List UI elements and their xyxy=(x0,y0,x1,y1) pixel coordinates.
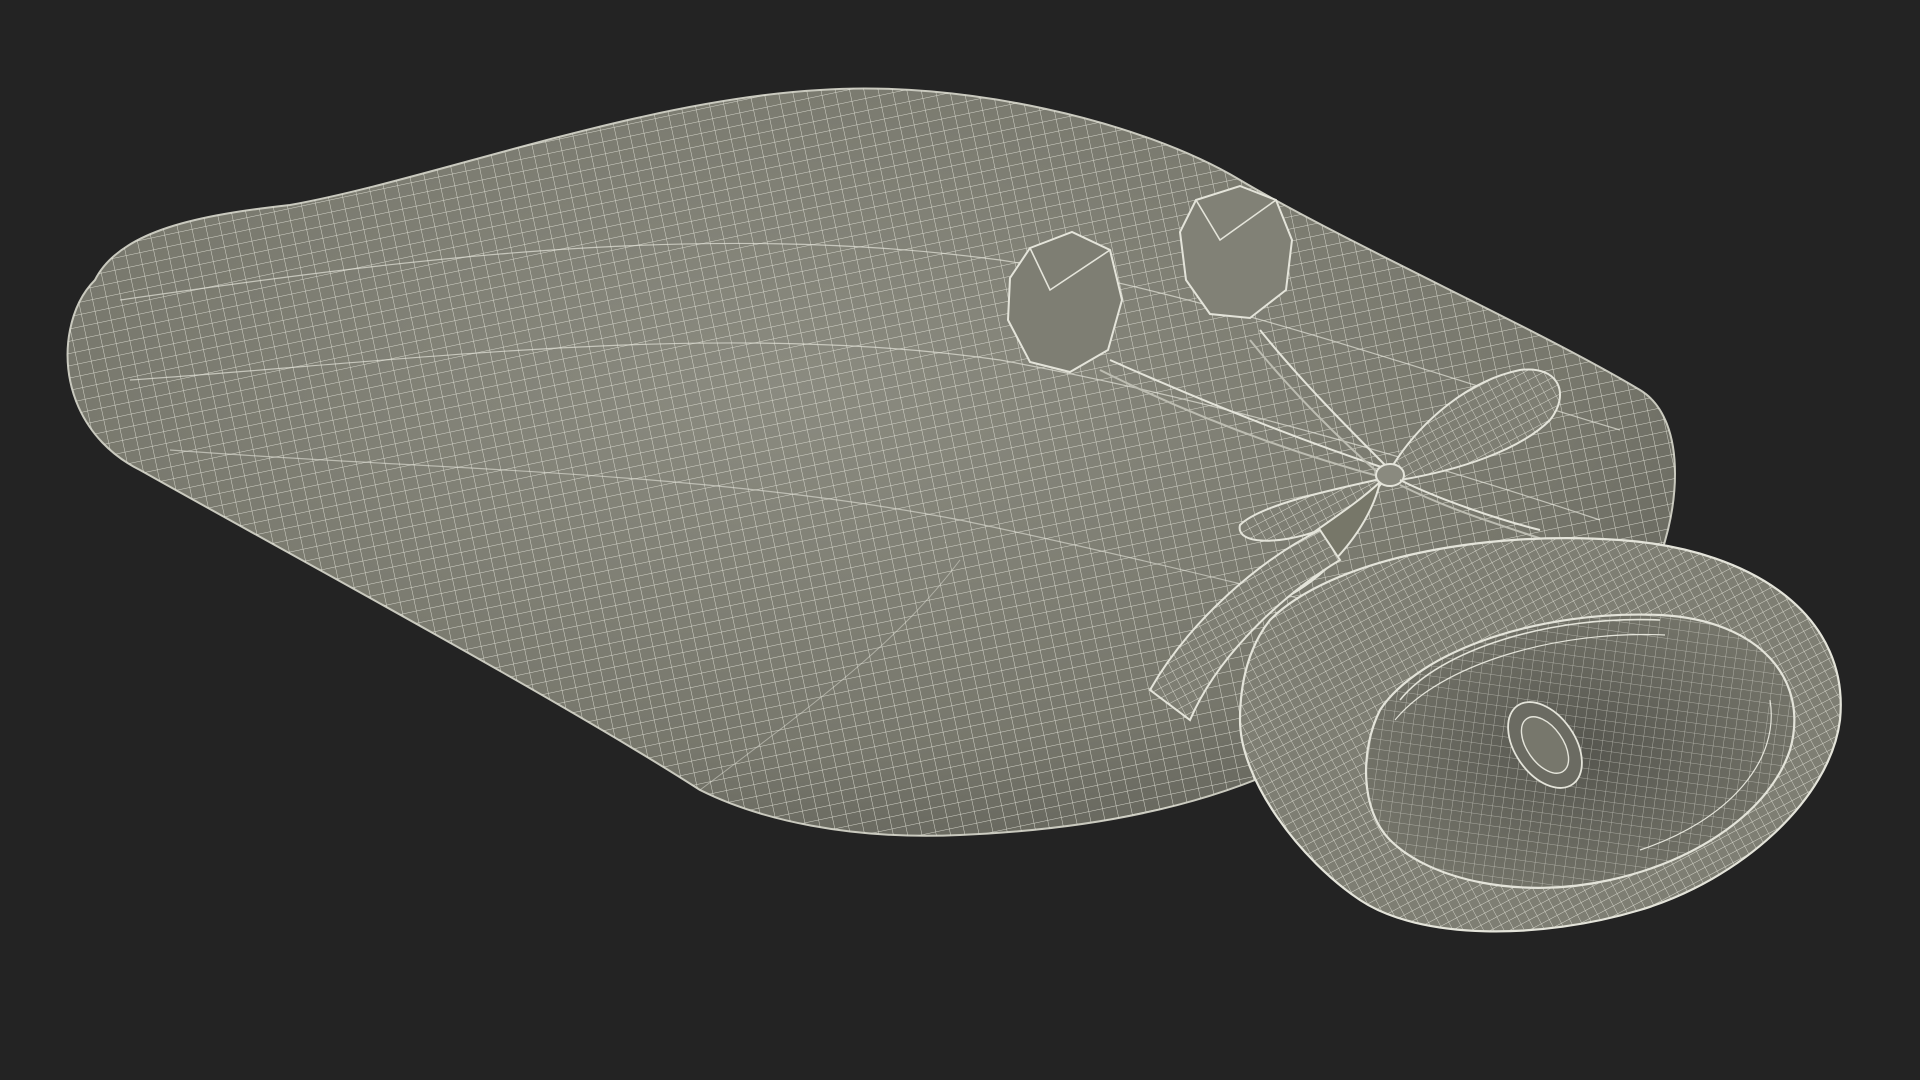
render-viewport xyxy=(0,0,1920,1080)
bottle-opening xyxy=(1238,537,1842,933)
wireframe-model xyxy=(66,87,1842,933)
